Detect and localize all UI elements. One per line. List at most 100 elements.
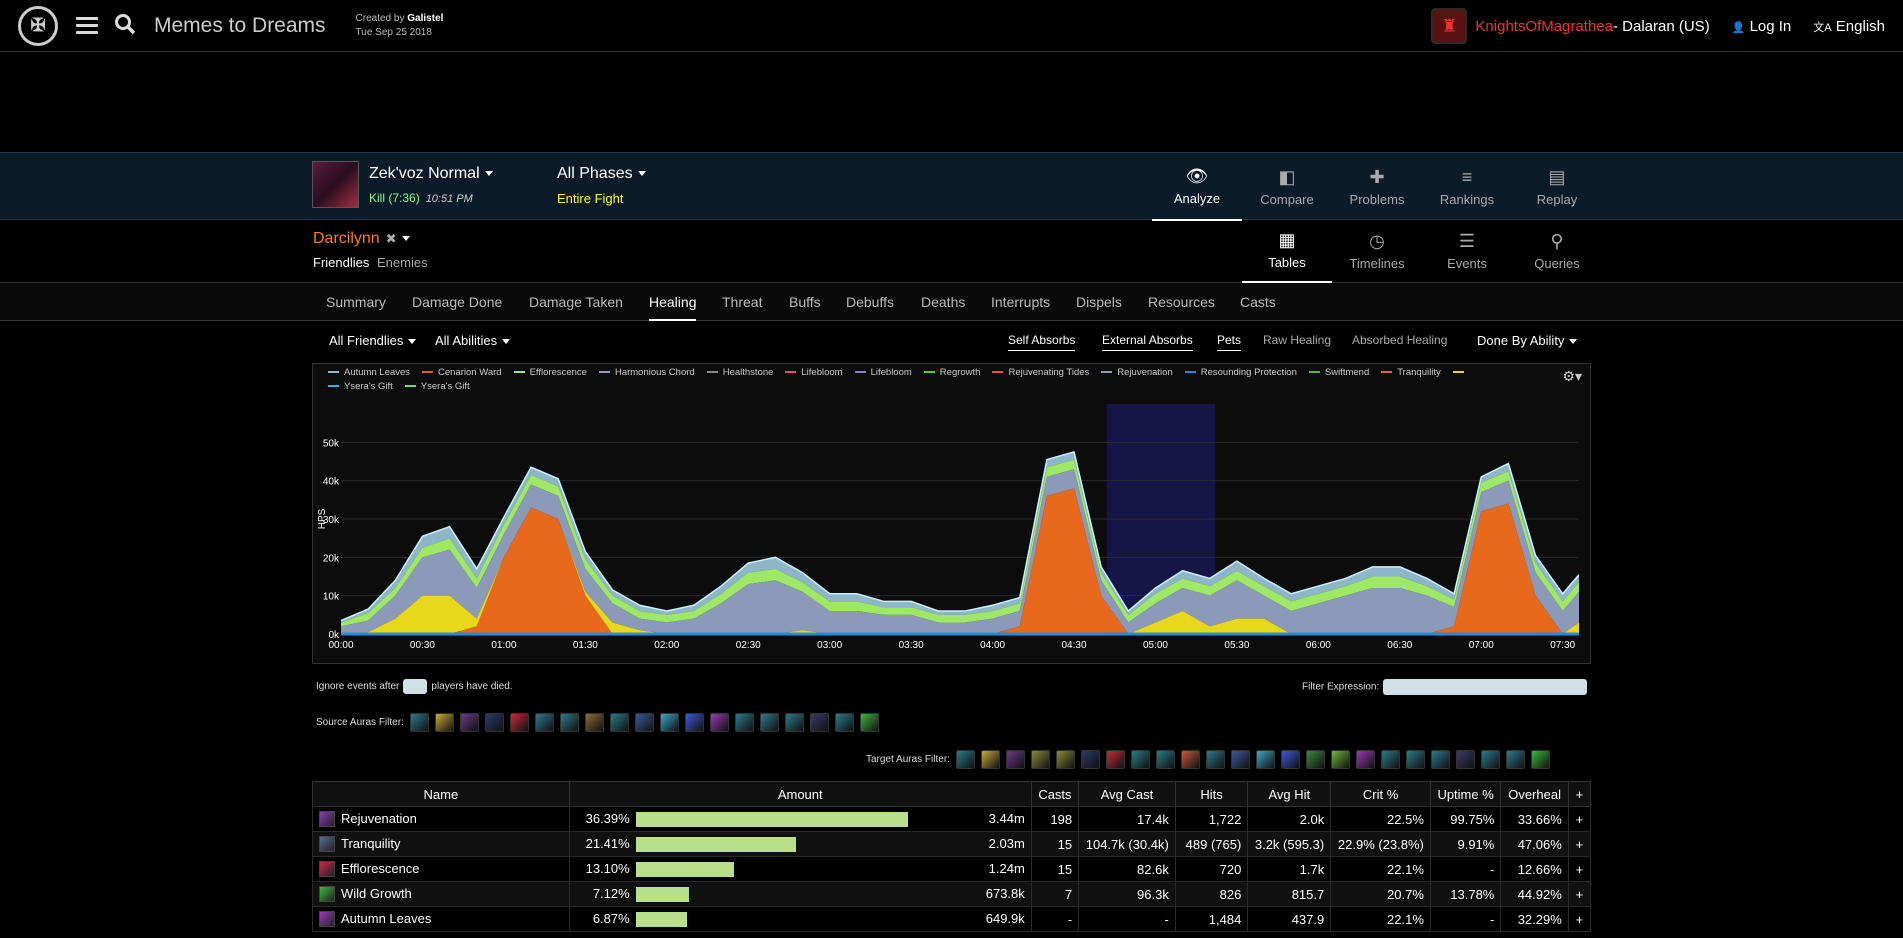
aura-filter-icon[interactable]: [809, 713, 829, 732]
tab-interrupts[interactable]: Interrupts: [991, 283, 1050, 321]
aura-filter-icon[interactable]: [1455, 750, 1475, 769]
aura-filter-icon[interactable]: [1130, 750, 1150, 769]
aura-filter-icon[interactable]: [734, 713, 754, 732]
ability-name[interactable]: Wild Growth: [341, 886, 412, 901]
aura-filter-icon[interactable]: [534, 713, 554, 732]
column-header-avg-cast[interactable]: Avg Cast: [1078, 781, 1176, 807]
aura-filter-icon[interactable]: [859, 713, 879, 732]
aura-filter-icon[interactable]: [1280, 750, 1300, 769]
column-header-avg-hit[interactable]: Avg Hit: [1247, 781, 1332, 807]
table-row[interactable]: Wild Growth 7.12% 673.8k 7 96.3k 826 815.7 20.7…: [312, 881, 1592, 907]
phase-selector[interactable]: All Phases: [557, 165, 646, 183]
table-row[interactable]: Efflorescence 13.10% 1.24m 15 82.6k 720 1.7k 22…: [312, 856, 1592, 882]
aura-filter-icon[interactable]: [1180, 750, 1200, 769]
aura-filter-icon[interactable]: [1005, 750, 1025, 769]
aura-filter-icon[interactable]: [1380, 750, 1400, 769]
site-logo-icon[interactable]: ✠: [18, 5, 58, 46]
aura-filter-icon[interactable]: [1405, 750, 1425, 769]
aura-filter-icon[interactable]: [1480, 750, 1500, 769]
player-selector[interactable]: Darcilynn ✖: [313, 230, 410, 248]
column-header-add[interactable]: +: [1567, 781, 1592, 807]
ability-name-cell[interactable]: Rejuvenation: [312, 806, 570, 832]
column-header-casts[interactable]: Casts: [1030, 781, 1080, 807]
healing-chart[interactable]: Autumn Leaves Cenarion Ward Efflorescence H…: [312, 363, 1591, 664]
ability-name[interactable]: Autumn Leaves: [341, 911, 431, 926]
column-header-uptime-[interactable]: Uptime %: [1429, 781, 1502, 807]
expand-row-button[interactable]: +: [1567, 806, 1592, 832]
ability-name-cell[interactable]: Wild Growth: [312, 881, 570, 907]
aura-filter-icon[interactable]: [459, 713, 479, 732]
view-timelines[interactable]: ◷ Timelines: [1332, 220, 1422, 283]
ability-name[interactable]: Rejuvenation: [341, 811, 417, 826]
tab-healing[interactable]: Healing: [649, 283, 697, 321]
ability-name-cell[interactable]: Tranquility: [312, 831, 570, 857]
aura-filter-icon[interactable]: [409, 713, 429, 732]
pets-toggle[interactable]: Pets: [1217, 333, 1242, 351]
aura-filter-icon[interactable]: [1055, 750, 1075, 769]
login-link[interactable]: 👤 Log In: [1732, 18, 1792, 35]
aura-filter-icon[interactable]: [1330, 750, 1350, 769]
aura-filter-icon[interactable]: [509, 713, 529, 732]
raw-healing-toggle[interactable]: Raw Healing: [1263, 333, 1331, 347]
enemies-link[interactable]: Enemies: [377, 255, 428, 270]
close-icon[interactable]: ✖: [386, 231, 397, 246]
mode-analyze[interactable]: 👁 Analyze: [1152, 153, 1242, 221]
aura-filter-icon[interactable]: [834, 713, 854, 732]
aura-filter-icon[interactable]: [684, 713, 704, 732]
ignore-deaths-input[interactable]: [403, 679, 428, 694]
column-header-overheal[interactable]: Overheal: [1500, 781, 1569, 807]
tab-casts[interactable]: Casts: [1240, 283, 1276, 321]
ability-name[interactable]: Efflorescence: [341, 861, 420, 876]
expand-row-button[interactable]: +: [1567, 831, 1592, 857]
guild-link[interactable]: ♜ KnightsOfMagrathea - Dalaran (US): [1431, 8, 1710, 44]
aura-filter-icon[interactable]: [1305, 750, 1325, 769]
aura-filter-icon[interactable]: [659, 713, 679, 732]
aura-filter-icon[interactable]: [1430, 750, 1450, 769]
column-header-crit-[interactable]: Crit %: [1330, 781, 1431, 807]
aura-filter-icon[interactable]: [980, 750, 1000, 769]
absorbed-healing-toggle[interactable]: Absorbed Healing: [1352, 333, 1447, 347]
view-tables[interactable]: ▦ Tables: [1242, 220, 1332, 283]
view-queries[interactable]: ⚲ Queries: [1512, 220, 1602, 283]
aura-filter-icon[interactable]: [784, 713, 804, 732]
table-row[interactable]: Autumn Leaves 6.87% 649.9k - -1,484 437.9 22.1…: [312, 906, 1592, 932]
expand-row-button[interactable]: +: [1567, 906, 1592, 932]
expand-row-button[interactable]: +: [1567, 856, 1592, 882]
aura-filter-icon[interactable]: [1505, 750, 1525, 769]
aura-filter-icon[interactable]: [1205, 750, 1225, 769]
friendlies-link[interactable]: Friendlies: [313, 255, 369, 270]
menu-icon[interactable]: [76, 13, 98, 38]
aura-filter-icon[interactable]: [1230, 750, 1250, 769]
language-selector[interactable]: 文A English: [1813, 18, 1885, 35]
tab-debuffs[interactable]: Debuffs: [846, 283, 894, 321]
aura-filter-icon[interactable]: [559, 713, 579, 732]
search-icon[interactable]: [114, 13, 136, 38]
aura-filter-icon[interactable]: [1355, 750, 1375, 769]
column-header-amount[interactable]: Amount: [568, 781, 1032, 807]
fight-selector[interactable]: Zek'voz Normal: [369, 165, 493, 183]
aura-filter-icon[interactable]: [955, 750, 975, 769]
aura-filter-icon[interactable]: [1030, 750, 1050, 769]
table-row[interactable]: Rejuvenation 36.39% 3.44m 198 17.4k 1,722 2.0k…: [312, 806, 1592, 832]
abilities-filter[interactable]: All Abilities: [435, 333, 511, 348]
aura-filter-icon[interactable]: [484, 713, 504, 732]
mode-problems[interactable]: ✚ Problems: [1332, 153, 1422, 221]
mode-rankings[interactable]: ≡ Rankings: [1422, 153, 1512, 221]
tab-threat[interactable]: Threat: [722, 283, 762, 321]
tab-dispels[interactable]: Dispels: [1076, 283, 1122, 321]
aura-filter-icon[interactable]: [584, 713, 604, 732]
done-by-selector[interactable]: Done By Ability: [1477, 333, 1578, 348]
ability-name-cell[interactable]: Efflorescence: [312, 856, 570, 882]
self-absorbs-toggle[interactable]: Self Absorbs: [1008, 333, 1076, 351]
mode-compare[interactable]: ◧ Compare: [1242, 153, 1332, 221]
expand-row-button[interactable]: +: [1567, 881, 1592, 907]
tab-buffs[interactable]: Buffs: [789, 283, 821, 321]
friendlies-filter[interactable]: All Friendlies: [329, 333, 417, 348]
tab-deaths[interactable]: Deaths: [921, 283, 965, 321]
created-by-user[interactable]: Galistel: [407, 13, 443, 24]
aura-filter-icon[interactable]: [1080, 750, 1100, 769]
aura-filter-icon[interactable]: [759, 713, 779, 732]
external-absorbs-toggle[interactable]: External Absorbs: [1102, 333, 1193, 351]
aura-filter-icon[interactable]: [1530, 750, 1550, 769]
tab-damage-taken[interactable]: Damage Taken: [529, 283, 623, 321]
